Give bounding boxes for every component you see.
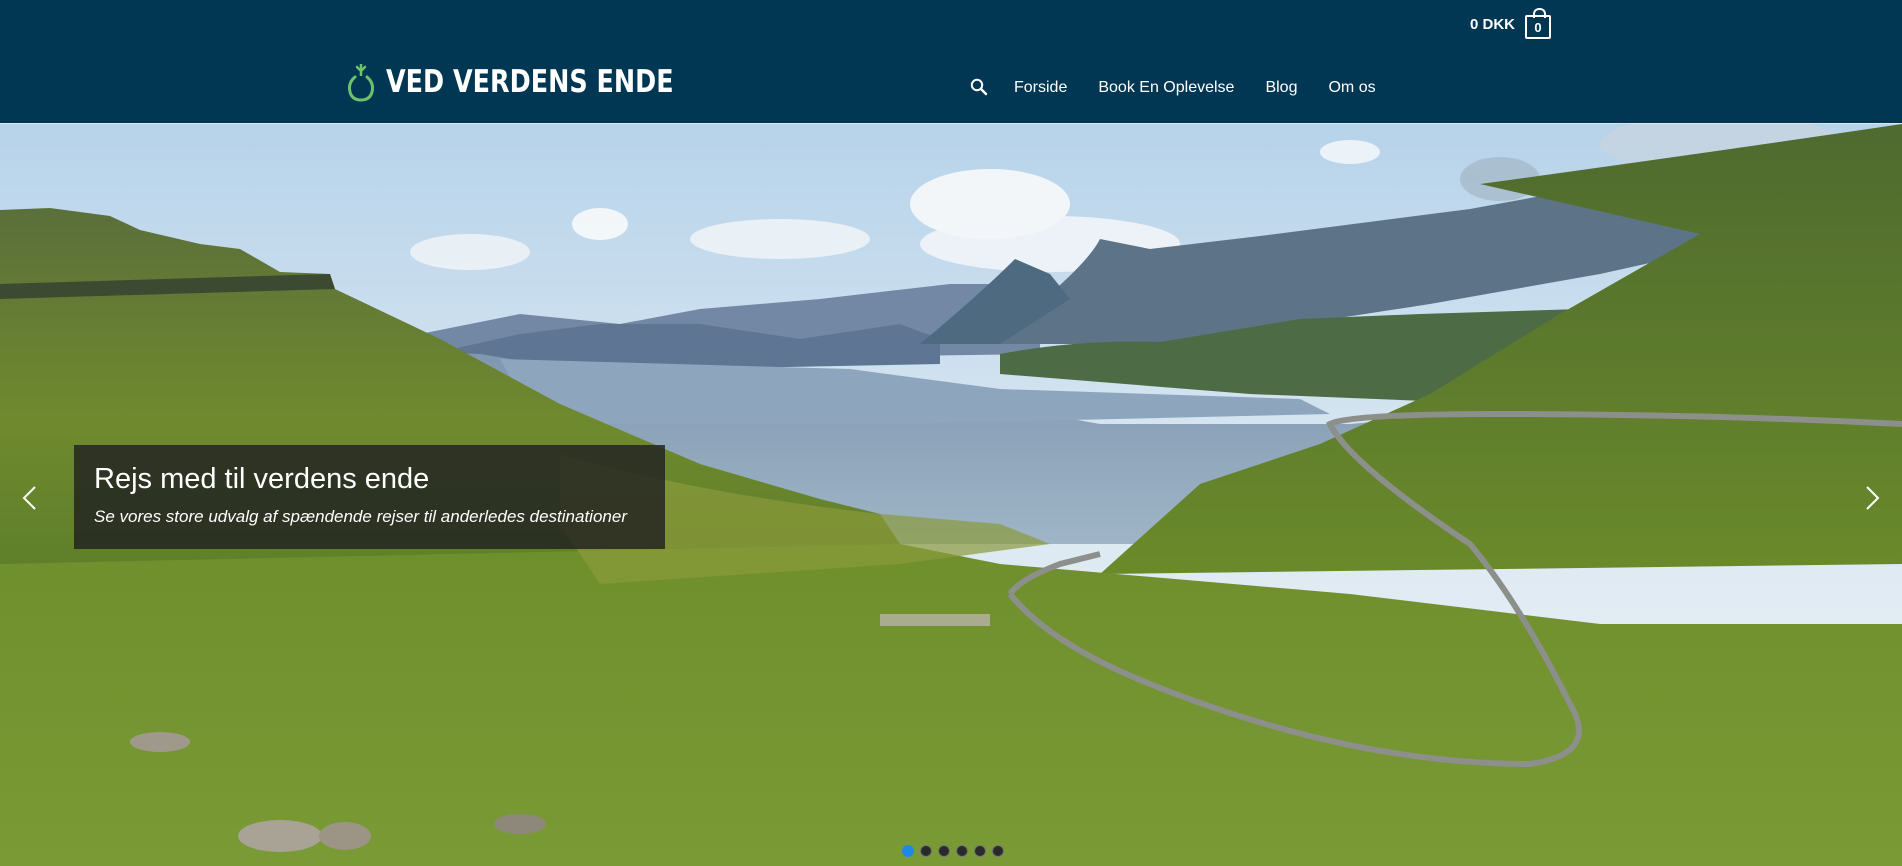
onion-logo-icon	[347, 64, 375, 102]
slider-dot[interactable]	[974, 845, 986, 857]
slider-pagination	[902, 845, 1004, 857]
slider-dot[interactable]	[992, 845, 1004, 857]
slide-title: Rejs med til verdens ende	[94, 463, 430, 495]
cart-button[interactable]: 0 DKK 0	[1470, 8, 1552, 40]
slider-dot[interactable]	[938, 845, 950, 857]
cart-count: 0	[1534, 19, 1542, 35]
search-icon[interactable]	[968, 76, 992, 100]
site-header: 0 DKK 0 VED VERDENS ENDE Forside Book En…	[0, 0, 1902, 124]
site-logo[interactable]: VED VERDENS ENDE	[346, 62, 737, 102]
slider-dot[interactable]	[956, 845, 968, 857]
hero-slider: Rejs med til verdens ende Se vores store…	[0, 124, 1902, 866]
chevron-left-icon[interactable]	[18, 484, 42, 512]
nav-item-book-en-oplevelse[interactable]: Book En Oplevelse	[1098, 79, 1234, 97]
slider-dot[interactable]	[920, 845, 932, 857]
nav-item-forside[interactable]: Forside	[1014, 79, 1067, 97]
slide-caption: Rejs med til verdens ende Se vores store…	[74, 445, 665, 549]
chevron-right-icon[interactable]	[1860, 484, 1884, 512]
slider-dot[interactable]	[902, 845, 914, 857]
cart-total: 0 DKK	[1470, 15, 1516, 33]
slide-subtitle: Se vores store udvalg af spændende rejse…	[94, 507, 627, 526]
nav-item-blog[interactable]: Blog	[1265, 79, 1297, 97]
site-title: VED VERDENS ENDE	[386, 64, 674, 100]
main-nav: Forside Book En Oplevelse Blog Om os	[968, 76, 1407, 100]
shopping-bag-icon: 0	[1525, 8, 1552, 39]
nav-item-om-os[interactable]: Om os	[1328, 79, 1375, 97]
